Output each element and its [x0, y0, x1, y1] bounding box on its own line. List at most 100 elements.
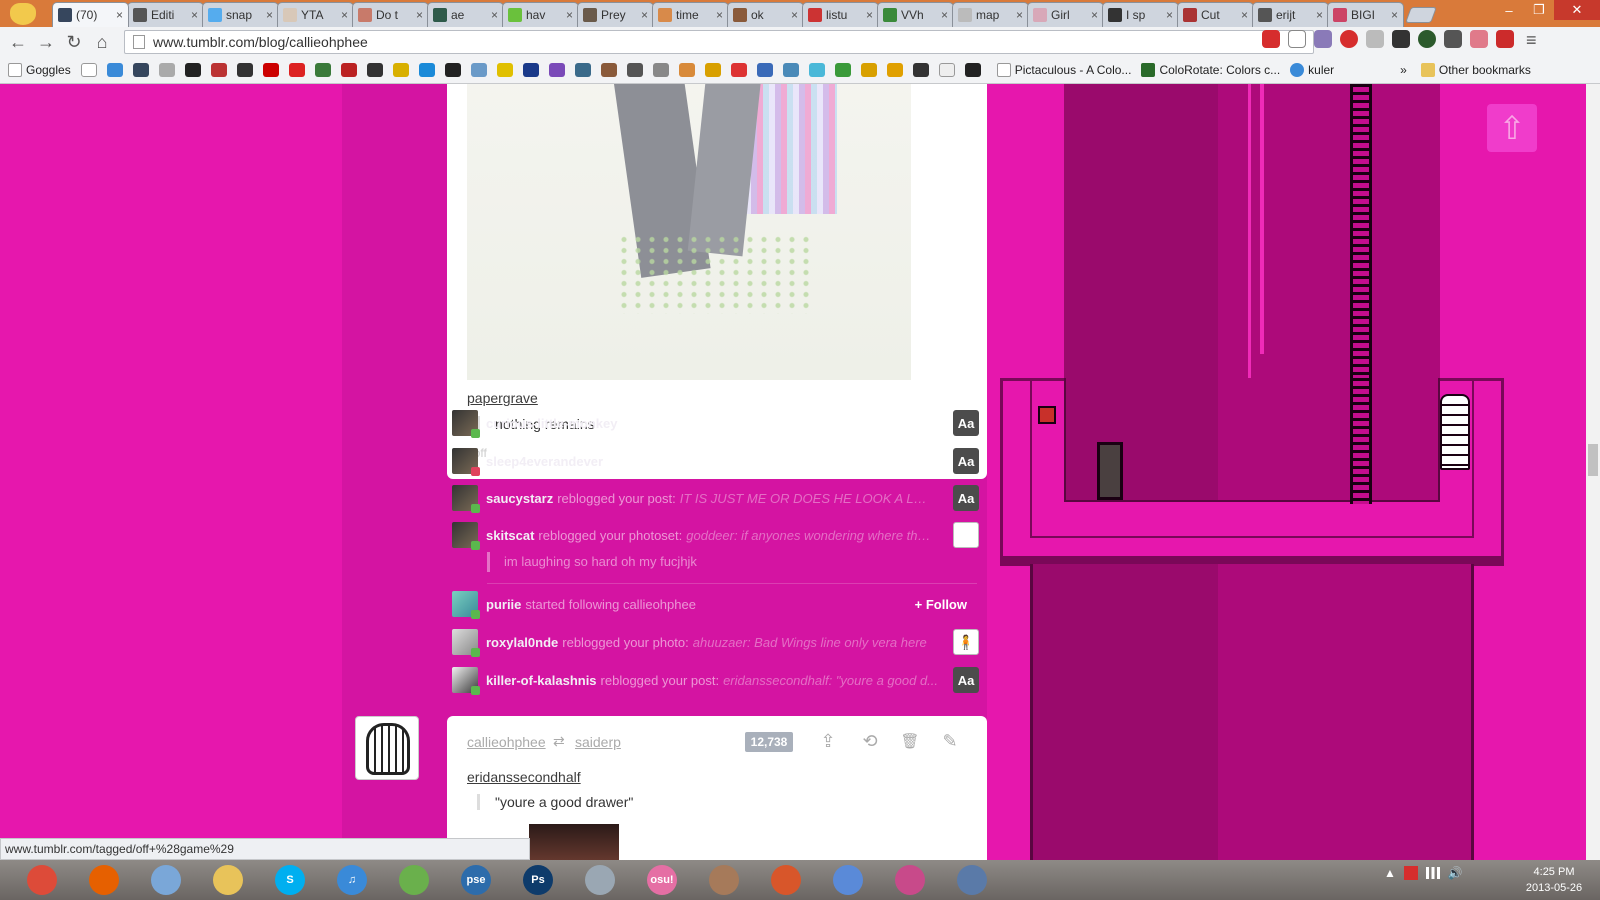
browser-tab[interactable]: (70) ×	[52, 2, 129, 27]
tab-close-icon[interactable]: ×	[566, 8, 573, 22]
bookmark-icon-21[interactable]	[600, 63, 617, 77]
activity-item[interactable]: roxylal0nde reblogged your photo: ahuuza…	[447, 623, 987, 661]
bookmark-icon-7[interactable]	[236, 63, 253, 77]
bookmark-icon-14[interactable]	[418, 63, 435, 77]
edit-icon[interactable]: ✎	[939, 730, 961, 752]
browser-tab[interactable]: snap ×	[202, 2, 279, 27]
activity-item[interactable]: saucystarz reblogged your post: IT IS JU…	[447, 479, 987, 517]
bookmark-icon-19[interactable]	[548, 63, 565, 77]
bookmark-icon-10[interactable]	[314, 63, 331, 77]
taskbar-photoshop-button[interactable]: Ps	[516, 862, 560, 898]
extension-x-icon[interactable]	[1496, 30, 1514, 48]
adblock-icon[interactable]	[1262, 30, 1280, 48]
user-avatar[interactable]	[452, 522, 480, 550]
note-count[interactable]: 12,738	[745, 732, 793, 752]
extension-gray-icon[interactable]	[1366, 30, 1384, 48]
browser-tab[interactable]: hav ×	[502, 2, 579, 27]
bookmark-icon-17[interactable]	[496, 63, 513, 77]
bookmark-icon-26[interactable]	[730, 63, 747, 77]
user-avatar[interactable]	[452, 485, 480, 513]
bookmark-icon-32[interactable]	[886, 63, 903, 77]
activity-snippet[interactable]: ahuuzaer: Bad Wings line only vera here	[693, 635, 927, 650]
taskbar-colors-button[interactable]	[888, 862, 932, 898]
taskbar-notepad-button[interactable]	[578, 862, 622, 898]
activity-snippet[interactable]: eridanssecondhalf: "youre a good d...	[723, 673, 938, 688]
bookmark-icon-34[interactable]	[938, 63, 955, 77]
browser-tab[interactable]: Editi ×	[127, 2, 204, 27]
user-avatar[interactable]	[452, 591, 480, 619]
new-tab-button[interactable]	[1405, 7, 1437, 23]
bookmark-colorotate[interactable]: ColoRotate: Colors c...	[1141, 63, 1280, 77]
tray-expand-icon[interactable]: ▲	[1384, 866, 1396, 880]
activity-snippet[interactable]: IT IS JUST ME OR DOES HE LOOK A LO...	[680, 491, 930, 506]
tab-close-icon[interactable]: ×	[716, 8, 723, 22]
tab-close-icon[interactable]: ×	[416, 8, 423, 22]
bookmark-icon-27[interactable]	[756, 63, 773, 77]
taskbar-itunes-button[interactable]: ♫	[330, 862, 374, 898]
bookmark-icon-8[interactable]	[262, 63, 279, 77]
restore-button[interactable]: ❐	[1524, 0, 1554, 20]
extension-purple-icon[interactable]	[1314, 30, 1332, 48]
browser-tab[interactable]: erijt ×	[1252, 2, 1329, 27]
taskbar-osu-button[interactable]: osu!	[640, 862, 684, 898]
activity-item[interactable]: skitscat reblogged your photoset: goddee…	[447, 516, 987, 554]
browser-tab[interactable]: map ×	[952, 2, 1029, 27]
reblogged-from-link[interactable]: saiderp	[575, 734, 621, 750]
tab-close-icon[interactable]: ×	[941, 8, 948, 22]
tab-close-icon[interactable]: ×	[866, 8, 873, 22]
bookmark-icon-24[interactable]	[678, 63, 695, 77]
taskbar-game-mushroom-button[interactable]	[764, 862, 808, 898]
bookmarks-more-button[interactable]: »	[1400, 63, 1407, 77]
tray-flag-icon[interactable]	[1403, 866, 1418, 880]
post-thumbnail[interactable]: Aa	[953, 485, 979, 511]
forward-button[interactable]: →	[32, 32, 60, 53]
post-thumbnail[interactable]: Aa	[953, 410, 979, 436]
bookmark-icon-30[interactable]	[834, 63, 851, 77]
activity-snippet[interactable]: goddeer: if anyones wondering where the …	[686, 528, 936, 543]
activity-user[interactable]: puriie	[486, 597, 521, 612]
extension-dark-icon[interactable]	[1418, 30, 1436, 48]
bookmark-icon-20[interactable]	[574, 63, 591, 77]
post-image[interactable]	[529, 824, 619, 860]
chrome-profile-avatar-icon[interactable]	[10, 3, 36, 25]
browser-tab[interactable]: YTA ×	[277, 2, 354, 27]
activity-user[interactable]: skitscat	[486, 528, 534, 543]
tab-close-icon[interactable]: ×	[1316, 8, 1323, 22]
post-thumbnail[interactable]: 🧍	[953, 629, 979, 655]
chrome-menu-button[interactable]: ≡	[1526, 30, 1537, 51]
bookmark-icon-1[interactable]	[80, 63, 97, 77]
bookmark-icon-18[interactable]	[522, 63, 539, 77]
tab-close-icon[interactable]: ×	[1241, 8, 1248, 22]
bookmark-picta­culous[interactable]: Picta­culous - A Colo...	[996, 63, 1131, 77]
post-thumbnail[interactable]: Aa	[953, 448, 979, 474]
minimize-button[interactable]: –	[1494, 0, 1524, 20]
bookmark-icon-3[interactable]	[132, 63, 149, 77]
activity-item[interactable]: killer-of-kalashnis reblogged your post:…	[447, 661, 987, 699]
activity-user[interactable]: curious-little-monkey	[486, 416, 617, 431]
tab-close-icon[interactable]: ×	[266, 8, 273, 22]
browser-tab[interactable]: ok ×	[727, 2, 804, 27]
taskbar-firefox-button[interactable]	[82, 862, 126, 898]
browser-tab[interactable]: Do t ×	[352, 2, 429, 27]
extension-pink-icon[interactable]	[1470, 30, 1488, 48]
activity-item[interactable]: sleep4everandever liked your post: IT IS…	[447, 442, 987, 480]
activity-user[interactable]: saucystarz	[486, 491, 553, 506]
star-bookmark-icon[interactable]	[1288, 30, 1306, 48]
tab-close-icon[interactable]: ×	[191, 8, 198, 22]
post-author-link[interactable]: callieohphee	[467, 734, 546, 750]
extension-red-icon[interactable]	[1340, 30, 1358, 48]
post-thumbnail[interactable]: Aa	[953, 667, 979, 693]
browser-tab[interactable]: time ×	[652, 2, 729, 27]
tab-close-icon[interactable]: ×	[491, 8, 498, 22]
extension-stumble-icon[interactable]	[1392, 30, 1410, 48]
bookmark-icon-15[interactable]	[444, 63, 461, 77]
browser-tab[interactable]: VVh ×	[877, 2, 954, 27]
tab-close-icon[interactable]: ×	[1016, 8, 1023, 22]
taskbar-paint-button[interactable]	[144, 862, 188, 898]
browser-tab[interactable]: Prey ×	[577, 2, 654, 27]
bookmark-icon-6[interactable]	[210, 63, 227, 77]
activity-user[interactable]: roxylal0nde	[486, 635, 558, 650]
bookmark-icon-11[interactable]	[340, 63, 357, 77]
volume-icon[interactable]: 🔊	[1448, 866, 1463, 880]
post-thumbnail[interactable]	[953, 522, 979, 548]
